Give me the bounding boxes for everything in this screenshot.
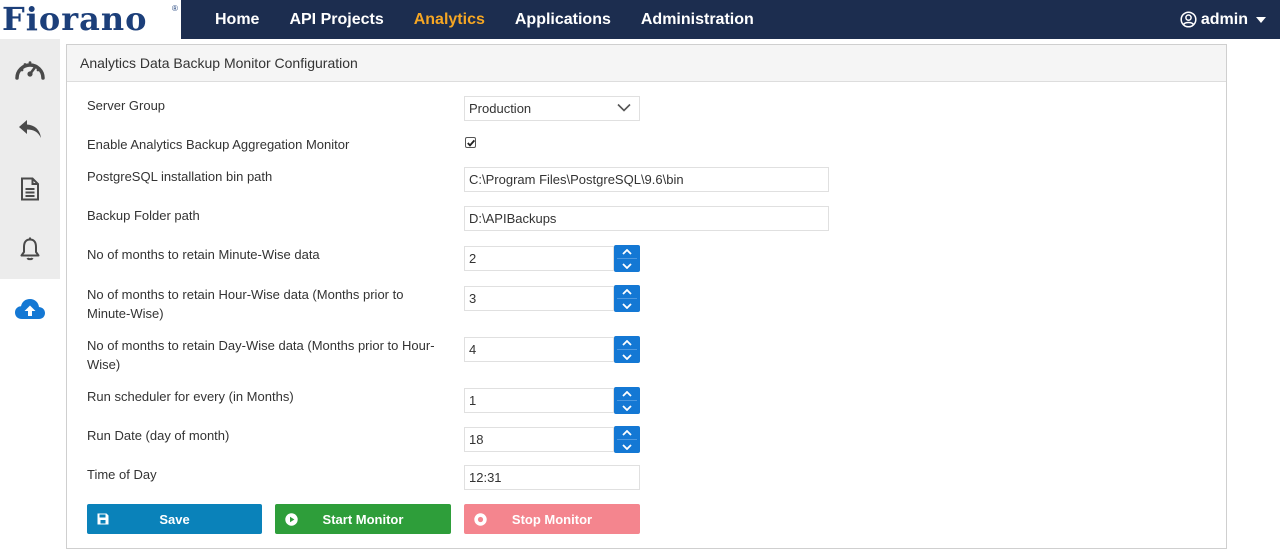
panel-title: Analytics Data Backup Monitor Configurat…: [67, 45, 1226, 82]
day-months-label: No of months to retain Day-Wise data (Mo…: [87, 338, 435, 372]
spinner-up-icon[interactable]: [614, 336, 640, 349]
spinner-down-icon[interactable]: [614, 401, 640, 414]
scheduler-months-spinner[interactable]: [614, 387, 640, 414]
sidebar: [0, 39, 60, 339]
minute-months-label: No of months to retain Minute-Wise data: [87, 247, 320, 262]
spinner-down-icon[interactable]: [614, 299, 640, 312]
save-button[interactable]: Save: [87, 504, 262, 534]
spinner-down-icon[interactable]: [614, 440, 640, 453]
user-circle-icon: [1180, 11, 1197, 28]
chevron-down-icon: [617, 103, 631, 112]
spinner-up-icon[interactable]: [614, 426, 640, 439]
pg-bin-path-label: PostgreSQL installation bin path: [87, 169, 273, 184]
day-months-input[interactable]: 4: [464, 337, 614, 362]
nav-analytics[interactable]: Analytics: [399, 0, 500, 39]
brand-logo[interactable]: Fiorano ®: [0, 0, 181, 39]
stop-monitor-button[interactable]: Stop Monitor: [464, 504, 640, 534]
server-group-value: Production: [469, 101, 532, 116]
user-name: admin: [1200, 10, 1248, 28]
nav-administration[interactable]: Administration: [626, 0, 769, 39]
bell-icon: [20, 237, 40, 261]
top-navbar: Fiorano ® Home API Projects Analytics Ap…: [0, 0, 1280, 39]
scheduler-months-input[interactable]: 1: [464, 388, 614, 413]
sidebar-item-backup[interactable]: [0, 279, 60, 339]
stop-monitor-label: Stop Monitor: [511, 512, 593, 527]
logo-text: Fiorano: [2, 0, 148, 38]
hour-months-input[interactable]: 3: [464, 286, 614, 311]
reply-arrow-icon: [19, 120, 41, 138]
caret-down-icon: [1256, 16, 1266, 23]
sidebar-item-dashboard[interactable]: [0, 39, 60, 99]
run-date-label: Run Date (day of month): [87, 428, 230, 443]
cloud-upload-icon: [15, 299, 45, 319]
spinner-down-icon[interactable]: [614, 350, 640, 363]
user-menu[interactable]: admin: [1180, 0, 1270, 39]
spinner-up-icon[interactable]: [614, 387, 640, 400]
time-of-day-label: Time of Day: [87, 467, 157, 482]
hour-months-label: No of months to retain Hour-Wise data (M…: [87, 287, 404, 321]
server-group-select[interactable]: Production: [464, 96, 640, 121]
check-icon: [467, 139, 476, 147]
pg-bin-path-input[interactable]: C:\Program Files\PostgreSQL\9.6\bin: [464, 167, 829, 192]
run-date-spinner[interactable]: [614, 426, 640, 453]
spinner-down-icon[interactable]: [614, 259, 640, 272]
logo-registered-mark: ®: [172, 4, 178, 13]
save-button-label: Save: [159, 512, 190, 527]
run-date-input[interactable]: 18: [464, 427, 614, 452]
sidebar-item-reply[interactable]: [0, 99, 60, 159]
backup-folder-input[interactable]: D:\APIBackups: [464, 206, 829, 231]
spinner-up-icon[interactable]: [614, 285, 640, 298]
time-of-day-input[interactable]: 12:31: [464, 465, 640, 490]
sidebar-item-documents[interactable]: [0, 159, 60, 219]
sidebar-item-notifications[interactable]: [0, 219, 60, 279]
start-monitor-button[interactable]: Start Monitor: [275, 504, 451, 534]
start-monitor-label: Start Monitor: [322, 512, 404, 527]
backup-folder-label: Backup Folder path: [87, 208, 200, 223]
enable-monitor-checkbox[interactable]: [465, 137, 476, 148]
dashboard-gauge-icon: [15, 61, 45, 80]
nav-api-projects[interactable]: API Projects: [274, 0, 398, 39]
nav-applications[interactable]: Applications: [500, 0, 626, 39]
minute-months-input[interactable]: 2: [464, 246, 614, 271]
main-nav: Home API Projects Analytics Applications…: [200, 0, 769, 39]
enable-monitor-label: Enable Analytics Backup Aggregation Moni…: [87, 137, 350, 152]
nav-home[interactable]: Home: [200, 0, 274, 39]
hour-months-spinner[interactable]: [614, 285, 640, 312]
minute-months-spinner[interactable]: [614, 245, 640, 272]
scheduler-months-label: Run scheduler for every (in Months): [87, 389, 294, 404]
server-group-label: Server Group: [87, 98, 166, 113]
spinner-up-icon[interactable]: [614, 245, 640, 258]
day-months-spinner[interactable]: [614, 336, 640, 363]
document-icon: [21, 177, 39, 201]
